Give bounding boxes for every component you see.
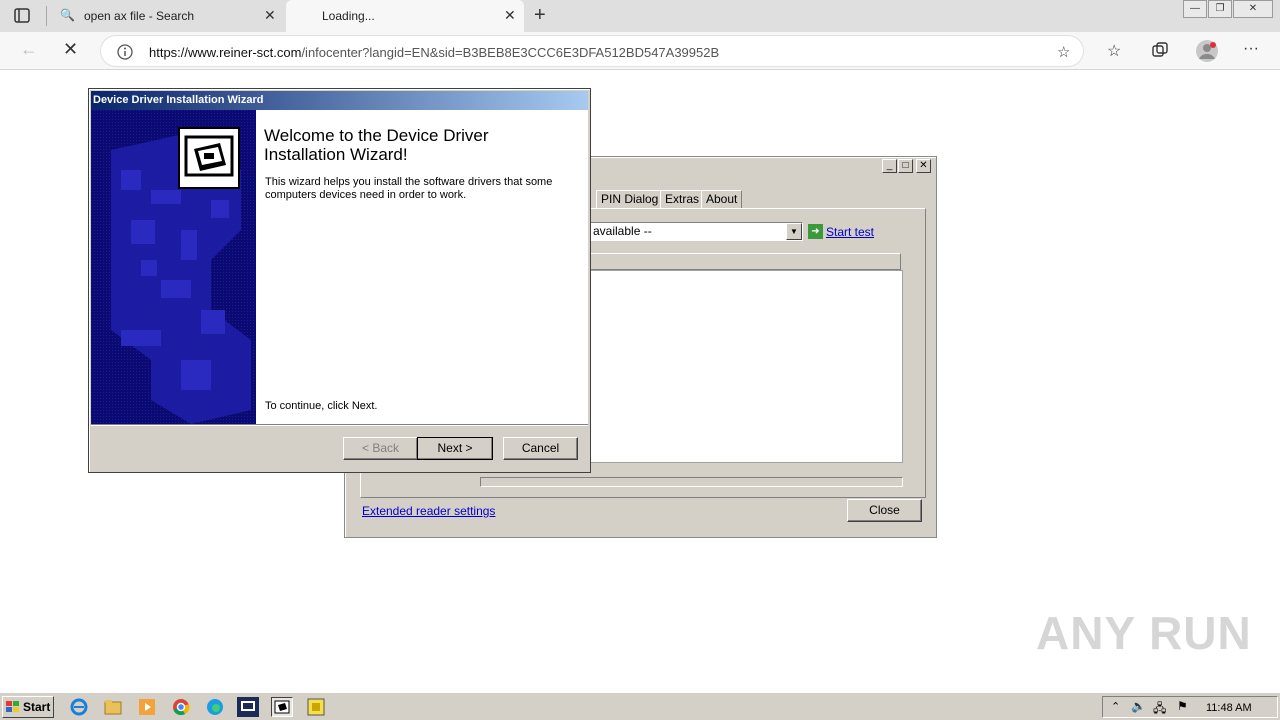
address-bar[interactable]: https://www.reiner-sct.com/infocenter?la… [100,35,1084,67]
window-close-button[interactable]: ✕ [1233,0,1273,18]
network-icon[interactable]: 🖧 [1153,699,1166,720]
next-button[interactable]: Next > [417,437,493,460]
windows-logo-icon [6,701,19,712]
driver-wizard-taskbar-icon[interactable] [271,697,293,717]
wizard-separator [91,424,588,426]
add-favorite-icon[interactable]: ☆ [1057,43,1070,61]
url-text: https://www.reiner-sct.com/infocenter?la… [149,45,719,60]
browser-toolbar: ← ✕ https://www.reiner-sct.com/infocente… [0,32,1280,70]
close-icon[interactable]: ✕ [504,7,516,24]
device-manager-icon[interactable] [237,697,259,717]
watermark-logo: ANY RUN [1036,607,1252,659]
reader-select-value: available -- [593,224,652,238]
extended-reader-settings-link[interactable]: Extended reader settings [362,504,495,518]
wizard-heading: Welcome to the Device Driver Installatio… [264,126,489,164]
start-test-link[interactable]: Start test [826,225,874,239]
chrome-icon[interactable] [170,697,192,717]
url-host: https://www.reiner-sct.com [149,45,302,60]
tab-search[interactable]: 🔍 open ax file - Search ✕ [48,0,284,32]
volume-icon[interactable]: 🔈 [1131,699,1146,713]
restore-button[interactable]: ❐ [1208,0,1232,18]
reader-tool-icon[interactable] [305,697,327,717]
tab-divider [46,6,47,26]
taskbar: Start ⌃ 🔈 🖧 ⚑ 11:48 AM [0,692,1280,720]
tab-actions-icon[interactable] [14,8,30,23]
reader-minimize-button[interactable]: _ [882,159,897,173]
device-driver-icon [178,127,240,189]
wizard-title: Device Driver Installation Wizard [91,91,588,110]
new-tab-icon[interactable]: + [534,4,546,27]
collections-icon[interactable] [1151,42,1169,60]
reader-select[interactable]: available -- ▼ [588,222,803,241]
url-path: /infocenter?langid=EN&sid=B3BEB8E3CCC6E3… [301,45,720,60]
tab-extras[interactable]: Extras [660,190,705,209]
wizard-description: This wizard helps you install the softwa… [265,176,553,201]
driver-wizard-dialog: Device Driver Installation Wizard Welcom… [88,88,591,473]
action-center-flag-icon[interactable]: ⚑ [1177,699,1188,713]
tab-loading[interactable]: Loading... ✕ [286,0,524,32]
profile-avatar-icon[interactable] [1195,39,1219,63]
info-icon[interactable] [117,44,133,60]
taskbar-clock: 11:48 AM [1206,702,1252,714]
tab-loading-label: Loading... [322,9,375,23]
browser-tab-bar: 🔍 open ax file - Search ✕ Loading... ✕ +… [0,0,1280,32]
tab-search-label: open ax file - Search [84,9,195,23]
reader-close-dialog-button[interactable]: Close [847,499,922,522]
minimize-button[interactable]: — [1183,0,1207,18]
result-list[interactable] [588,270,903,463]
wizard-content: Welcome to the Device Driver Installatio… [256,110,588,424]
wizard-continue-hint: To continue, click Next. [265,400,378,412]
search-icon: 🔍 [60,8,75,22]
reader-close-button[interactable]: ✕ [916,159,931,173]
more-menu-icon[interactable]: ··· [1243,40,1259,58]
ie-icon[interactable] [68,697,90,717]
chevron-down-icon[interactable]: ▼ [786,223,802,240]
start-test-arrow-icon[interactable]: ➜ [808,224,823,239]
back-button[interactable]: < Back [343,437,418,460]
stop-loading-icon[interactable]: ✕ [63,39,78,60]
tab-about[interactable]: About [701,190,743,209]
reader-maximize-button[interactable]: □ [898,159,913,173]
show-hidden-icons-icon[interactable]: ⌃ [1111,700,1120,713]
media-player-icon[interactable] [136,697,158,717]
edge-icon[interactable] [204,697,226,717]
start-button[interactable]: Start [2,696,54,718]
test-progress-bar [480,477,903,487]
tab-pin-dialog[interactable]: PIN Dialog [596,190,664,209]
start-label: Start [23,700,51,714]
close-icon[interactable]: ✕ [264,7,276,24]
favorites-icon[interactable]: ☆ [1107,41,1121,61]
explorer-icon[interactable] [102,697,124,717]
result-list-header [588,253,901,270]
back-arrow-icon[interactable]: ← [20,39,38,60]
cancel-button[interactable]: Cancel [503,437,578,460]
